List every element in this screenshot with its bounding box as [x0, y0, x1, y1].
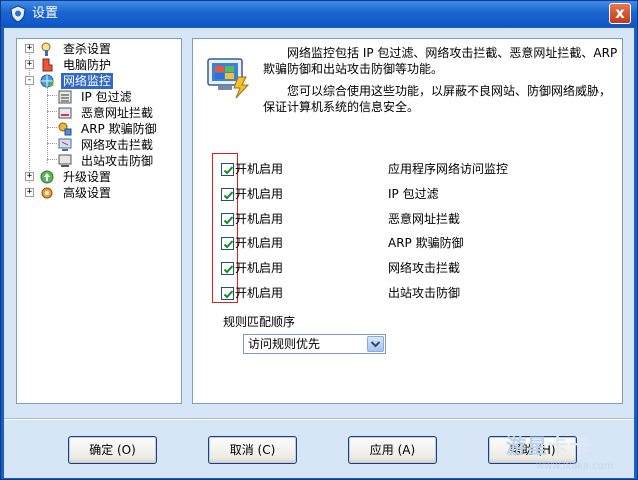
url-block-icon — [58, 107, 72, 119]
option-row-outbound-defense: 开机启用 出站攻击防御 — [221, 286, 601, 302]
tree-item-advanced-settings[interactable]: + 高级设置 — [17, 185, 137, 201]
tree-item-ip-filter[interactable]: IP 包过滤 — [17, 89, 167, 105]
check-icon — [223, 290, 234, 299]
watermark-logo-a: 游星 — [506, 434, 548, 458]
apply-button[interactable]: 应用 (A) — [348, 436, 437, 464]
arp-defense-icon — [58, 122, 72, 136]
tree-item-label: 电脑防护 — [63, 58, 112, 72]
feature-label: 网络攻击拦截 — [388, 261, 461, 275]
rule-order-label: 规则匹配顺序 — [223, 315, 296, 329]
close-button[interactable]: x — [609, 3, 631, 24]
checkbox-label: 开机启用 — [235, 162, 284, 176]
feature-label: IP 包过滤 — [388, 187, 439, 201]
startup-checkbox[interactable] — [221, 163, 234, 176]
ok-button[interactable]: 确定 (O) — [68, 436, 157, 464]
tree-item-label: 出站攻击防御 — [81, 154, 154, 168]
upgrade-settings-icon — [40, 170, 54, 184]
expand-icon[interactable]: + — [25, 60, 34, 69]
option-row-arp-defense: 开机启用 ARP 欺骗防御 — [221, 236, 601, 252]
tree-item-label: 网络攻击拦截 — [81, 138, 154, 152]
attack-block-icon — [58, 138, 72, 151]
tree-item-label: 升级设置 — [63, 170, 112, 184]
check-icon — [223, 240, 234, 249]
startup-checkbox[interactable] — [221, 262, 234, 275]
tree-item-label: 查杀设置 — [63, 42, 112, 56]
option-row-attack-block: 开机启用 网络攻击拦截 — [221, 261, 601, 277]
feature-label: 恶意网址拦截 — [388, 212, 461, 226]
tree-item-scan-settings[interactable]: + 查杀设置 — [17, 41, 137, 57]
settings-tree: + 查杀设置 + 电脑防护 - 网络监控 IP 包过滤 恶意网址拦截 ARP 欺… — [16, 38, 182, 404]
expand-icon[interactable]: + — [25, 44, 34, 53]
watermark-url: www.ikaka.com — [536, 461, 614, 472]
startup-checkbox[interactable] — [221, 237, 234, 250]
tree-item-upgrade-settings[interactable]: + 升级设置 — [17, 169, 137, 185]
settings-window: 设置 x + 查杀设置 + 电脑防护 - 网络监控 IP 包过滤 恶意网址拦截 … — [0, 0, 638, 480]
checkbox-label: 开机启用 — [235, 261, 284, 275]
shield-app-icon — [10, 5, 26, 23]
watermark: 游星卡卡 www.ikaka.com — [506, 433, 636, 477]
startup-checkbox[interactable] — [221, 213, 234, 226]
description-usage: 您可以综合使用这些功能，以屏蔽不良网站、防御网络威胁，保证计算机系统的信息安全。 — [263, 84, 612, 114]
watermark-logo: 游星卡卡 — [506, 433, 590, 459]
check-icon — [223, 191, 234, 200]
rule-order-select[interactable]: 访问规则优先 — [243, 334, 386, 354]
collapse-icon[interactable]: - — [25, 76, 34, 85]
tree-item-outbound-defense[interactable]: 出站攻击防御 — [17, 153, 167, 169]
tree-item-label: 恶意网址拦截 — [81, 106, 154, 120]
tree-item-attack-block[interactable]: 网络攻击拦截 — [17, 137, 167, 153]
network-monitor-hero-icon — [207, 58, 250, 99]
checkbox-label: 开机启用 — [235, 187, 284, 201]
checkbox-label: 开机启用 — [235, 212, 284, 226]
startup-checkbox[interactable] — [221, 188, 234, 201]
check-icon — [223, 265, 234, 274]
tree-item-label: 网络监控 — [61, 73, 114, 89]
ip-filter-icon — [58, 90, 72, 104]
expand-icon[interactable]: + — [25, 172, 34, 181]
footer-separator — [4, 418, 634, 420]
outbound-defense-icon — [58, 154, 72, 167]
window-title: 设置 — [32, 6, 59, 21]
watermark-logo-b: 卡卡 — [548, 434, 590, 458]
expand-icon[interactable]: + — [25, 188, 34, 197]
title-bar[interactable]: 设置 x — [1, 1, 637, 27]
pc-protection-icon — [42, 58, 53, 72]
scan-settings-icon — [41, 42, 51, 56]
description-features: 网络监控包括 IP 包过滤、网络攻击拦截、恶意网址拦截、ARP 欺骗防御和出站攻… — [263, 46, 618, 76]
tree-item-label: ARP 欺骗防御 — [81, 122, 157, 136]
tree-item-label: IP 包过滤 — [81, 90, 132, 104]
rule-order-value: 访问规则优先 — [248, 337, 321, 351]
checkbox-label: 开机启用 — [235, 236, 284, 250]
tree-item-pc-protection[interactable]: + 电脑防护 — [17, 57, 137, 73]
dialog-body: + 查杀设置 + 电脑防护 - 网络监控 IP 包过滤 恶意网址拦截 ARP 欺… — [4, 28, 634, 478]
dropdown-arrow-icon[interactable] — [367, 336, 384, 352]
tree-item-arp-defense[interactable]: ARP 欺骗防御 — [17, 121, 167, 137]
startup-checkbox[interactable] — [221, 287, 234, 300]
tree-item-url-block[interactable]: 恶意网址拦截 — [17, 105, 167, 121]
cancel-button[interactable]: 取消 (C) — [208, 436, 297, 464]
network-monitor-panel: 网络监控包括 IP 包过滤、网络攻击拦截、恶意网址拦截、ARP 欺骗防御和出站攻… — [192, 38, 623, 404]
tree-item-label: 高级设置 — [63, 186, 112, 200]
advanced-settings-icon — [41, 187, 53, 199]
option-row-url-block: 开机启用 恶意网址拦截 — [221, 212, 601, 228]
feature-label: ARP 欺骗防御 — [388, 236, 464, 250]
check-icon — [223, 216, 234, 225]
network-monitor-icon — [40, 74, 54, 88]
option-row-ip-filter: 开机启用 IP 包过滤 — [221, 187, 601, 203]
check-icon — [223, 166, 234, 175]
checkbox-label: 开机启用 — [235, 286, 284, 300]
option-row-app-access: 开机启用 应用程序网络访问监控 — [221, 162, 601, 178]
feature-label: 应用程序网络访问监控 — [388, 162, 509, 176]
tree-item-network-monitor[interactable]: - 网络监控 — [17, 73, 137, 89]
feature-label: 出站攻击防御 — [388, 286, 461, 300]
